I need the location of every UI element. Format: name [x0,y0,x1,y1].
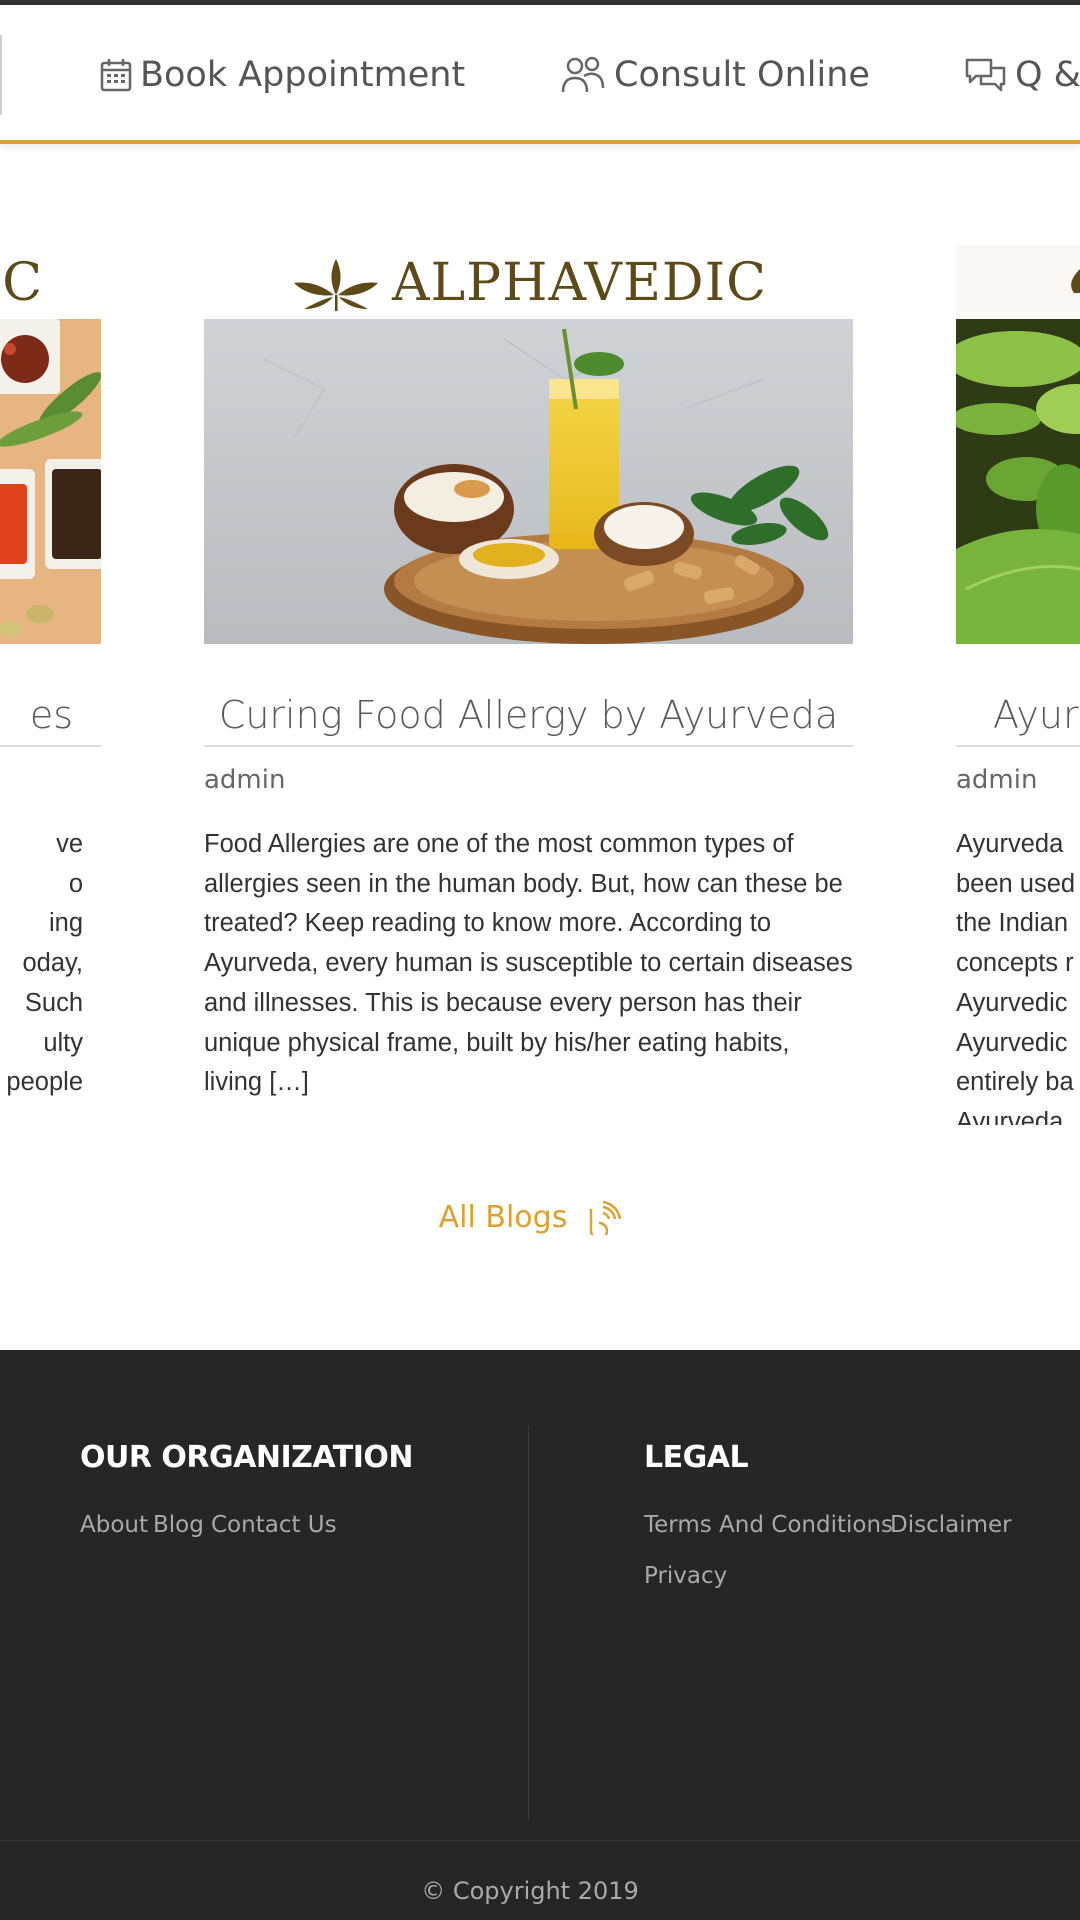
blog-excerpt: Food Allergies are one of the most commo… [204,830,853,1097]
footer-heading-legal: LEGAL [644,1440,749,1475]
blog-thumbnail-spices[interactable] [0,319,101,644]
footer-link-blog[interactable]: Blog [153,1512,204,1538]
footer-link-terms[interactable]: Terms And Conditions [644,1512,893,1538]
top-nav-bar: Book Appointment Consult Online Q & [0,5,1080,144]
copyright-text: © Copyright 2019 [421,1877,639,1905]
blog-thumbnail-turmeric[interactable] [204,319,853,644]
blog-card-title[interactable]: Ayur [956,685,1080,747]
blog-thumbnail-leaves[interactable] [956,319,1080,644]
nav-consult-online[interactable]: Consult Online [560,50,870,100]
blog-excerpt: Ayurveda been used the Indian concepts r… [956,830,1076,1125]
blog-card-title[interactable]: Curing Food Allergy by Ayurveda [204,685,853,747]
brand-logo: C [2,252,43,313]
nav-label: Q & [1015,55,1080,95]
brand-logo [956,245,1080,320]
footer-heading-organization: OUR ORGANIZATION [80,1440,414,1475]
footer-bottom-divider [0,1840,1080,1841]
blog-author[interactable]: admin [956,765,1037,795]
footer-divider [528,1425,529,1820]
footer-link-privacy[interactable]: Privacy [644,1563,727,1589]
nav-divider [0,35,2,115]
footer-link-disclaimer[interactable]: Disclaimer [890,1512,1012,1538]
blog-card-title[interactable]: es [0,685,101,747]
site-footer: OUR ORGANIZATION About Blog Contact Us L… [0,1350,1080,1920]
brand-logo: ALPHAVEDIC [204,245,853,320]
nav-qa[interactable]: Q & [965,50,1080,100]
rss-icon [590,1200,622,1235]
blog-author[interactable]: admin [204,765,285,795]
calendar-icon [100,59,132,92]
users-icon [561,56,605,93]
footer-link-about[interactable]: About [80,1512,148,1538]
nav-book-appointment[interactable]: Book Appointment [100,50,465,100]
blog-excerpt: ve o ing oday, Such ulty people [6,830,83,1097]
all-blogs-label: All Blogs [438,1200,568,1235]
footer-link-contact-us[interactable]: Contact Us [211,1512,337,1538]
nav-label: Consult Online [614,55,870,95]
nav-label: Book Appointment [140,55,466,95]
leaf-logo-icon [1071,268,1080,293]
chat-bubbles-icon [965,58,1006,92]
all-blogs-link[interactable]: All Blogs [0,1200,1060,1235]
leaf-logo-icon [294,258,379,311]
